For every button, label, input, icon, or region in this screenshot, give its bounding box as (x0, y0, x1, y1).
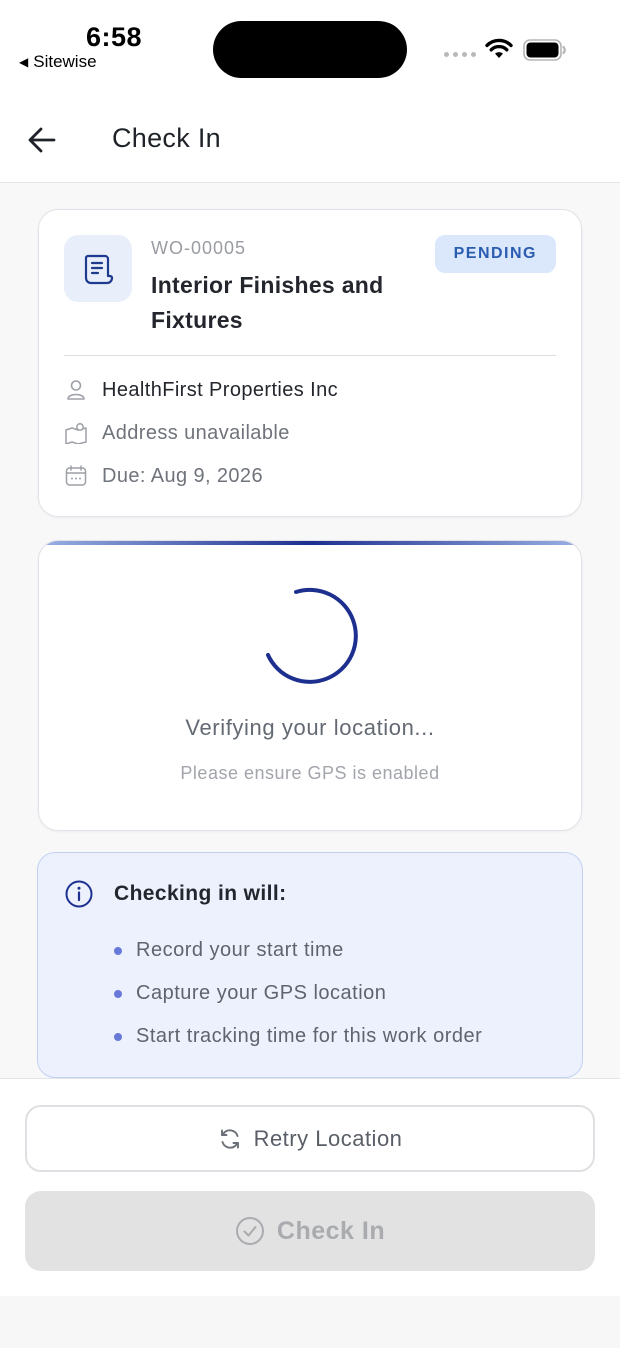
info-list: Record your start time Capture your GPS … (114, 929, 482, 1058)
arrow-left-icon (28, 127, 56, 153)
wifi-icon (485, 38, 513, 58)
progress-bar (39, 541, 581, 545)
address-row: Address unavailable (64, 418, 290, 448)
back-triangle-icon: ◀ (19, 55, 29, 69)
person-icon (64, 378, 88, 402)
dynamic-island (213, 21, 407, 78)
work-order-card: WO-00005 Interior Finishes and Fixtures … (38, 209, 582, 517)
work-order-icon-tile (64, 235, 132, 302)
address-text: Address unavailable (102, 421, 290, 444)
status-badge: PENDING (434, 235, 556, 273)
check-circle-icon (235, 1217, 264, 1245)
work-order-number: WO-00005 (151, 238, 247, 258)
document-icon (84, 254, 114, 284)
refresh-icon (220, 1128, 239, 1149)
location-status-subtitle: Please ensure GPS is enabled (180, 763, 440, 783)
customer-row: HealthFirst Properties Inc (64, 375, 338, 405)
list-item: Record your start time (114, 929, 482, 972)
back-to-app-link[interactable]: ◀ Sitewise (19, 52, 97, 72)
info-icon (65, 880, 93, 908)
cellular-signal-icon (444, 52, 476, 57)
back-app-label: Sitewise (33, 52, 97, 71)
work-order-title: Interior Finishes and Fixtures (151, 272, 384, 333)
card-divider (64, 355, 556, 356)
bullet-icon (114, 1032, 122, 1041)
check-in-info-box: Checking in will: Record your start time… (37, 852, 583, 1078)
list-item: Capture your GPS location (114, 972, 482, 1015)
list-item-text: Capture your GPS location (136, 982, 387, 1004)
check-in-label: Check In (276, 1216, 386, 1245)
retry-location-label: Retry Location (253, 1125, 403, 1151)
battery-icon (523, 39, 566, 61)
customer-name: HealthFirst Properties Inc (102, 378, 339, 401)
location-verification-card: Verifying your location... Please ensure… (38, 540, 582, 831)
status-bar: 6:58 ◀ Sitewise (0, 0, 620, 100)
clock-time: 6:58 (86, 22, 143, 52)
due-date-row: Due: Aug 9, 2026 (64, 461, 263, 491)
info-box-title: Checking in will: (114, 882, 287, 905)
list-item: Start tracking time for this work order (114, 1015, 482, 1058)
bottom-action-bar: Retry Location Check In (0, 1078, 620, 1296)
due-date-text: Due: Aug 9, 2026 (102, 464, 263, 487)
map-pin-icon (64, 421, 88, 445)
list-item-text: Record your start time (136, 939, 344, 961)
app-header: Check In (0, 100, 620, 183)
calendar-icon (64, 464, 88, 488)
check-in-button[interactable]: Check In (25, 1191, 595, 1271)
location-status-title: Verifying your location... (185, 715, 435, 740)
loading-spinner-icon (266, 587, 358, 684)
bullet-icon (114, 946, 122, 955)
page-title: Check In (112, 123, 221, 153)
retry-location-button[interactable]: Retry Location (25, 1105, 595, 1172)
home-indicator-area (0, 1296, 620, 1348)
back-button[interactable] (28, 122, 58, 158)
bullet-icon (114, 989, 122, 998)
list-item-text: Start tracking time for this work order (136, 1025, 483, 1047)
check-in-screen: 6:58 ◀ Sitewise Check In WO-00005 Interi… (0, 0, 620, 1348)
